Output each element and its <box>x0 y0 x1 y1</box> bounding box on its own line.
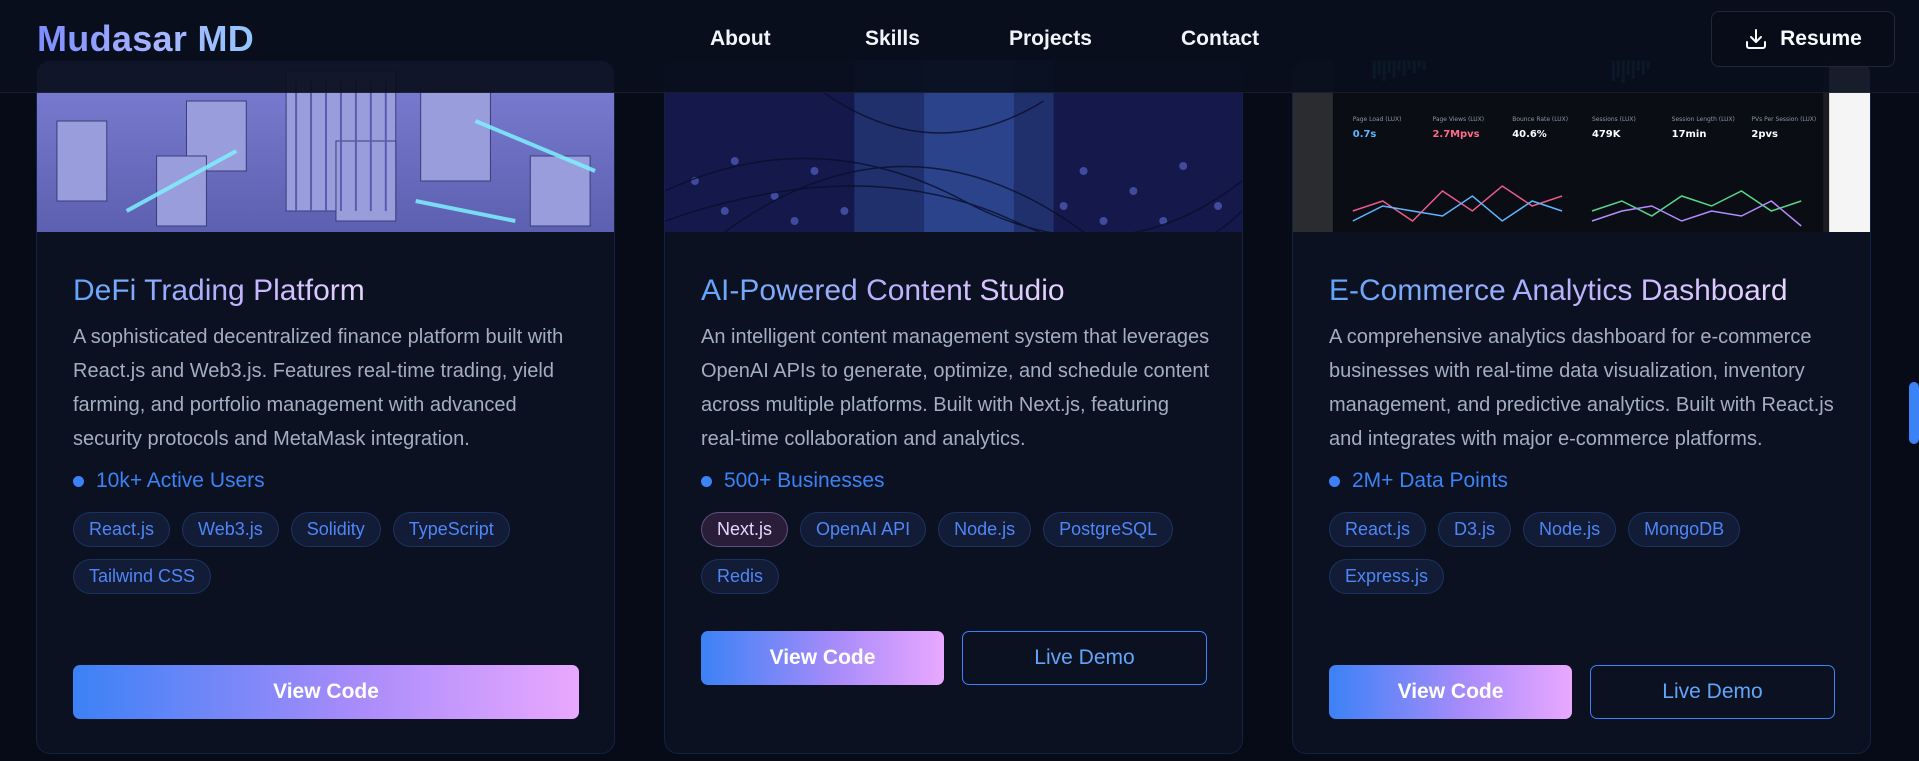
stat-dot-icon <box>701 475 712 487</box>
project-description: An intelligent content management system… <box>701 326 1210 450</box>
page: Mudasar MD About Skills Projects Contact… <box>0 0 1919 761</box>
tech-tag: TypeScript <box>392 512 510 547</box>
chart-label: Sessions (LUX) <box>1592 116 1636 123</box>
resume-label: Resume <box>1780 27 1862 50</box>
chart-label: Page Views (LUX) <box>1433 116 1485 123</box>
tech-tag: PostgreSQL <box>1043 512 1174 547</box>
tech-tag: MongoDB <box>1628 512 1741 547</box>
tech-tag: Node.js <box>1523 512 1617 547</box>
tech-tag: React.js <box>73 512 171 547</box>
tech-tag: Node.js <box>938 512 1032 547</box>
chart-value: 2pvs <box>1751 129 1778 140</box>
chart-label: Session Length (LUX) <box>1672 116 1735 123</box>
download-icon <box>1746 29 1767 49</box>
chart-value: 17min <box>1672 129 1707 140</box>
nav-link-skills[interactable]: Skills <box>865 27 920 51</box>
navbar: Mudasar MD About Skills Projects Contact… <box>0 0 1919 93</box>
tech-tag: Web3.js <box>182 512 279 547</box>
tech-tags: React.js D3.js Node.js MongoDB Express.j… <box>1329 512 1839 594</box>
project-card-ecommerce: Page Load (LUX) Page Views (LUX) Bounce … <box>1292 60 1871 754</box>
project-stat: 500+ Businesses <box>701 464 1211 498</box>
live-demo-button[interactable]: Live Demo <box>962 631 1207 685</box>
chart-label: PVs Per Session (LUX) <box>1751 116 1816 123</box>
stat-dot-icon <box>73 475 84 487</box>
view-code-button[interactable]: View Code <box>701 631 944 685</box>
tech-tags: Next.js OpenAI API Node.js PostgreSQL Re… <box>701 512 1211 594</box>
nav-link-contact[interactable]: Contact <box>1181 27 1259 51</box>
tech-tags: React.js Web3.js Solidity TypeScript Tai… <box>73 512 583 594</box>
view-code-button[interactable]: View Code <box>1329 665 1572 719</box>
nav-link-projects[interactable]: Projects <box>1009 27 1092 51</box>
project-stat: 2M+ Data Points <box>1329 464 1839 498</box>
nav-link-about[interactable]: About <box>710 27 771 51</box>
chart-value: 2.7Mpvs <box>1433 129 1480 140</box>
chart-label: Page Load (LUX) <box>1353 116 1402 123</box>
project-title: AI-Powered Content Studio <box>701 272 1065 310</box>
view-code-button[interactable]: View Code <box>73 665 579 719</box>
tech-tag: D3.js <box>1438 512 1512 547</box>
project-title: E-Commerce Analytics Dashboard <box>1329 272 1788 310</box>
project-body-defi: DeFi Trading Platform A sophisticated de… <box>73 272 583 594</box>
tech-tag: Tailwind CSS <box>73 559 212 594</box>
stat-text: 10k+ Active Users <box>96 469 265 492</box>
project-card-ai-studio: AI-Powered Content Studio An intelligent… <box>664 60 1243 754</box>
tech-tag: Redis <box>701 559 780 594</box>
live-demo-button[interactable]: Live Demo <box>1590 665 1835 719</box>
project-description: A sophisticated decentralized finance pl… <box>73 326 564 450</box>
scrollbar-thumb[interactable] <box>1909 382 1919 444</box>
stat-text: 2M+ Data Points <box>1352 469 1508 492</box>
chart-value: 40.6% <box>1512 129 1547 140</box>
tech-tag: Express.js <box>1329 559 1445 594</box>
project-card-defi: DeFi Trading Platform A sophisticated de… <box>36 60 615 754</box>
stat-text: 500+ Businesses <box>724 469 885 492</box>
project-description: A comprehensive analytics dashboard for … <box>1329 326 1834 450</box>
chart-label: Bounce Rate (LUX) <box>1512 116 1568 123</box>
tech-tag: Next.js <box>701 512 789 547</box>
chart-value: 0.7s <box>1353 129 1377 140</box>
resume-button[interactable]: Resume <box>1711 11 1895 67</box>
tech-tag: OpenAI API <box>800 512 927 547</box>
chart-value: 479K <box>1592 129 1622 140</box>
project-stat: 10k+ Active Users <box>73 464 583 498</box>
project-body-ai-studio: AI-Powered Content Studio An intelligent… <box>701 272 1211 594</box>
tech-tag: Solidity <box>290 512 381 547</box>
project-body-ecommerce: E-Commerce Analytics Dashboard A compreh… <box>1329 272 1839 594</box>
project-title: DeFi Trading Platform <box>73 272 365 310</box>
nav-links: About Skills Projects Contact <box>0 27 1919 57</box>
stat-dot-icon <box>1329 475 1340 487</box>
tech-tag: React.js <box>1329 512 1427 547</box>
